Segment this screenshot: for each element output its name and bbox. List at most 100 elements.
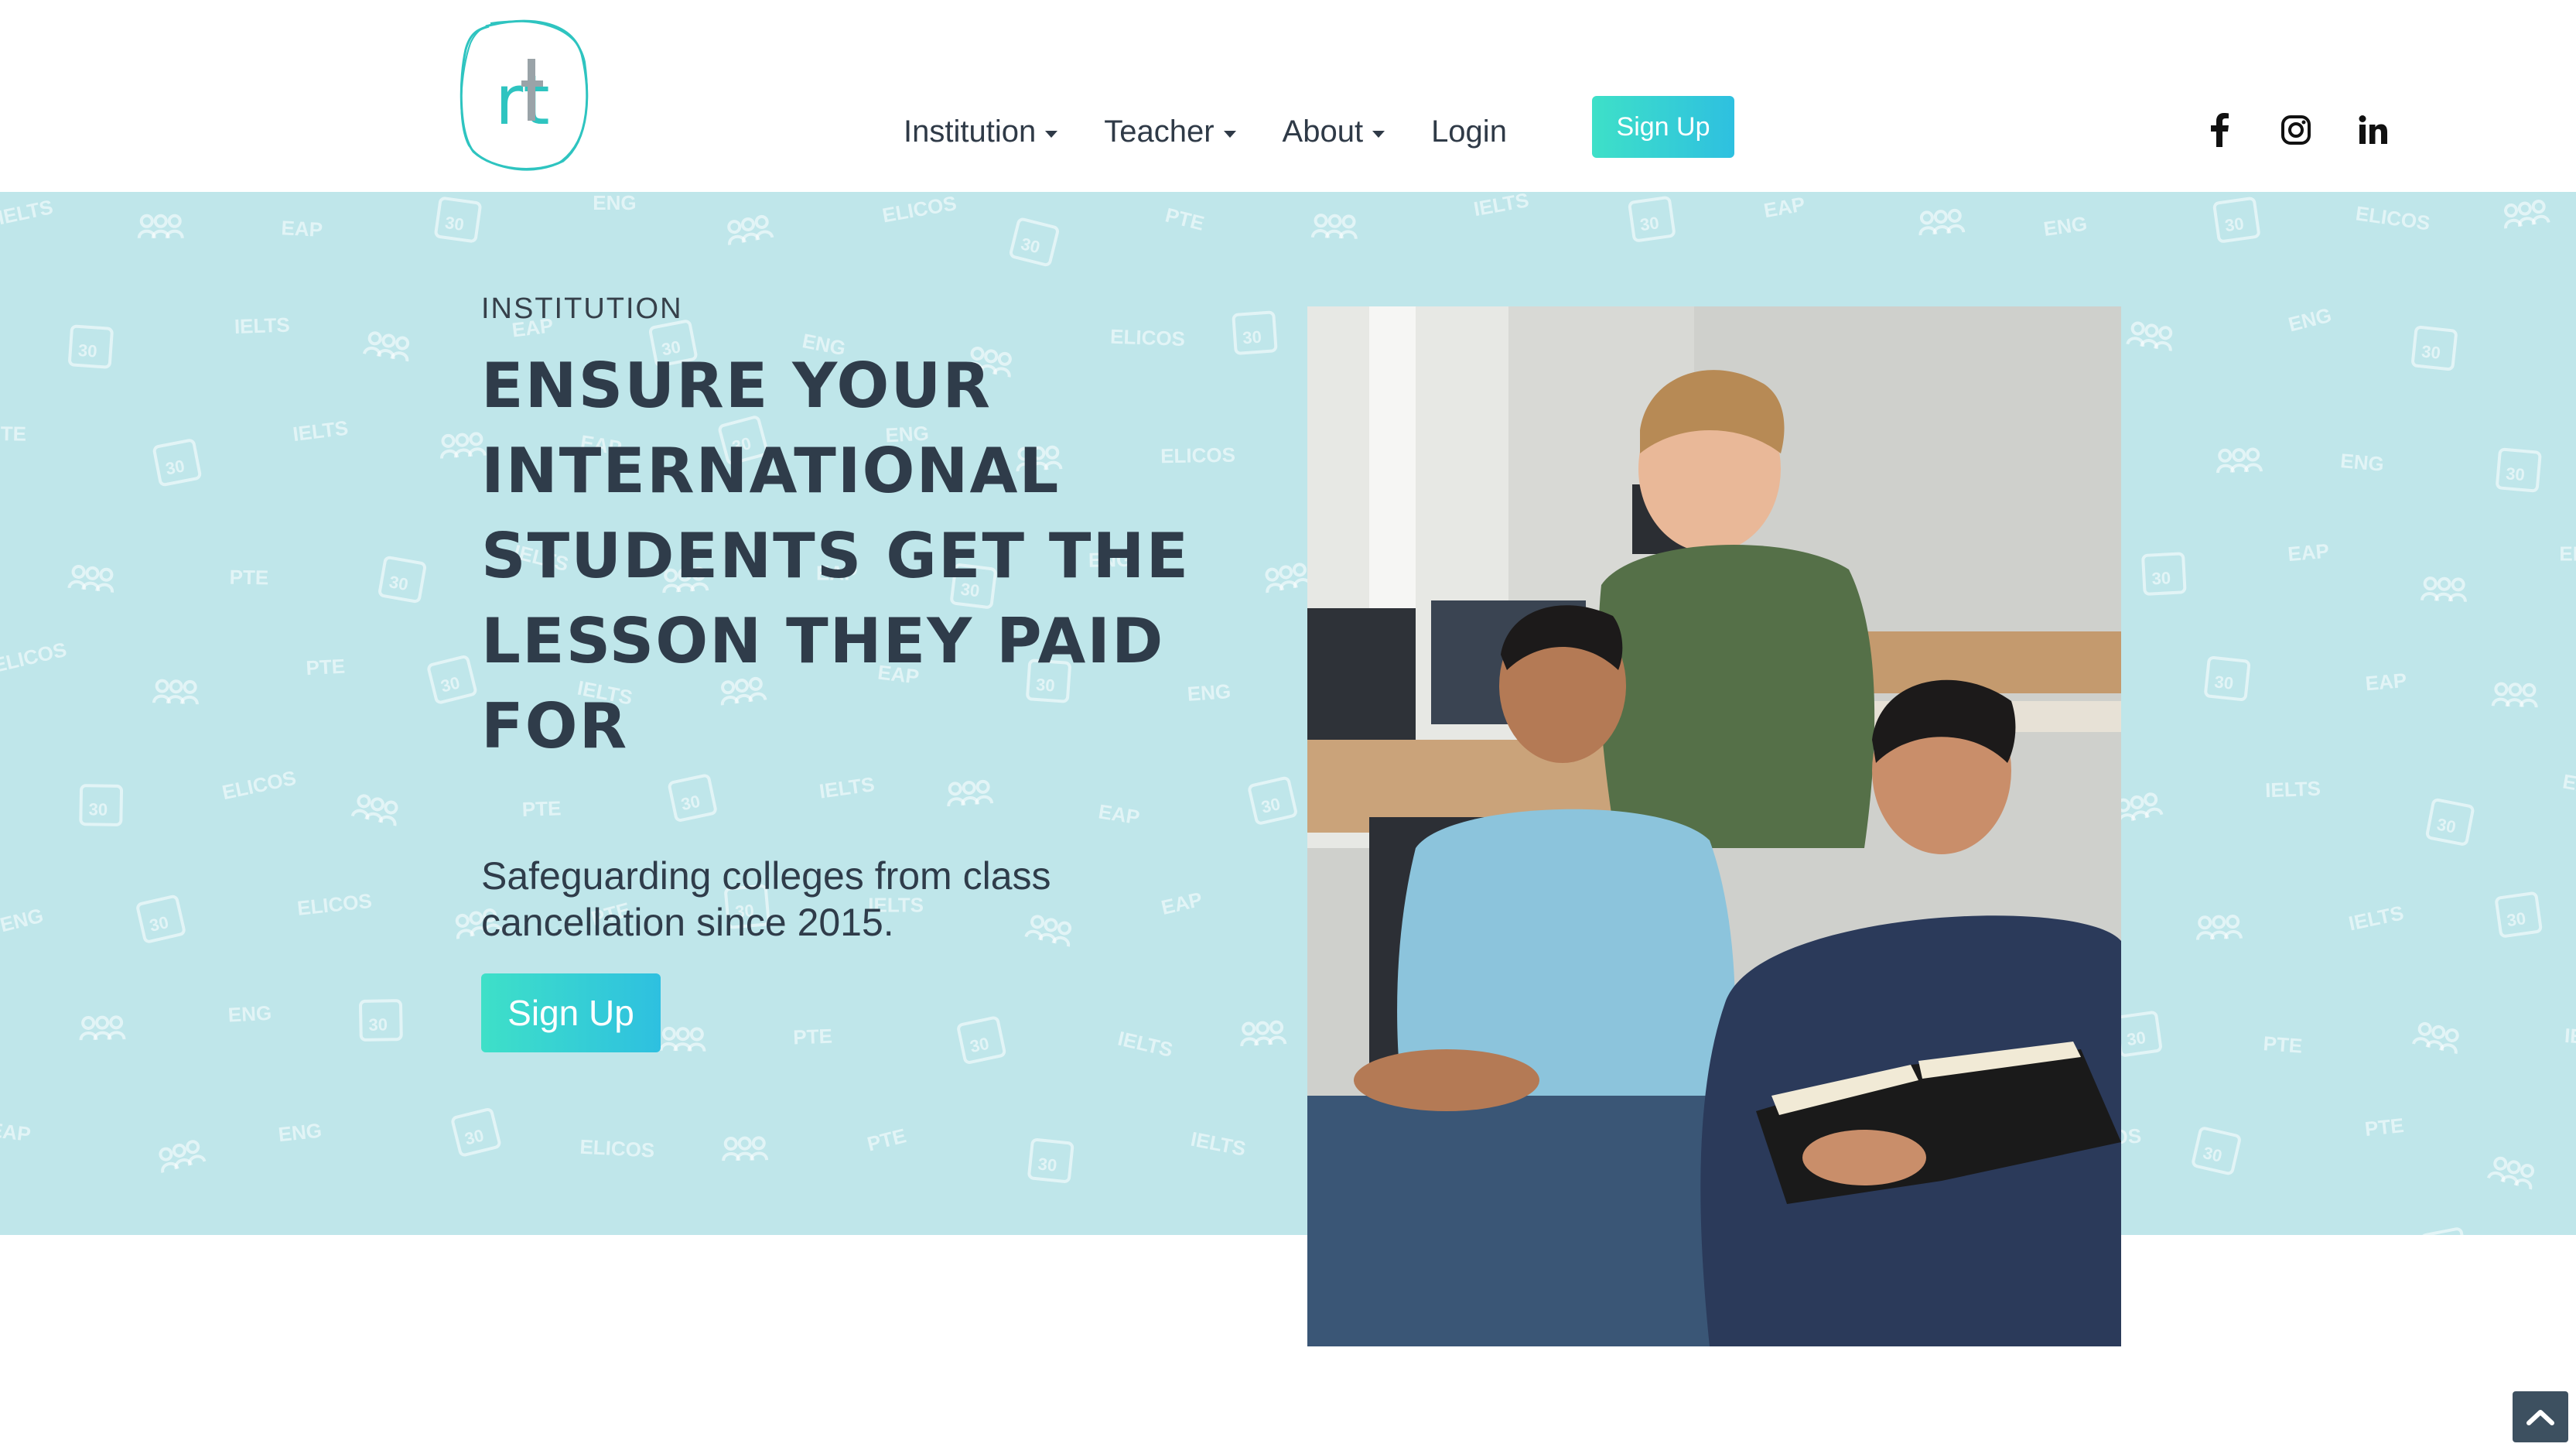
- nav-item-about[interactable]: About: [1283, 115, 1385, 149]
- nav-item-teacher[interactable]: Teacher: [1104, 114, 1236, 149]
- svg-text:30: 30: [969, 1034, 991, 1057]
- svg-text:PTE: PTE: [306, 655, 346, 680]
- svg-text:ENG: ENG: [2559, 542, 2576, 566]
- instagram-icon[interactable]: [2274, 108, 2318, 152]
- students-photo: [1307, 306, 2121, 1346]
- site-header: rt Institution Teacher About Login Sign …: [0, 0, 2576, 192]
- caret-down-icon: [1223, 130, 1236, 138]
- hero-title-line: INTERNATIONAL: [481, 435, 1061, 507]
- svg-text:PTE: PTE: [865, 1124, 908, 1155]
- nav-item-label: Institution: [904, 114, 1037, 149]
- nav-item-label: Teacher: [1104, 114, 1215, 149]
- svg-text:30: 30: [2506, 908, 2527, 930]
- svg-text:IELTS: IELTS: [0, 195, 55, 229]
- svg-text:ELICOS: ELICOS: [579, 1135, 655, 1162]
- hero-subtitle-line: cancellation since 2015.: [481, 901, 894, 944]
- svg-text:EAP: EAP: [281, 216, 323, 241]
- svg-text:30: 30: [2421, 341, 2441, 362]
- svg-text:30: 30: [2151, 568, 2171, 588]
- hero-title-line: STUDENTS GET THE: [481, 520, 1191, 592]
- svg-text:30: 30: [2435, 814, 2458, 836]
- svg-text:ENG: ENG: [277, 1119, 323, 1147]
- hero-title-line: FOR: [481, 690, 629, 762]
- logo-mark: rt: [460, 19, 589, 171]
- svg-text:30: 30: [1037, 1154, 1058, 1175]
- nav-item-login[interactable]: Login: [1431, 115, 1507, 149]
- svg-text:30: 30: [388, 572, 409, 594]
- svg-text:30: 30: [444, 213, 466, 234]
- svg-text:ENG: ENG: [0, 904, 46, 937]
- svg-text:30: 30: [77, 340, 97, 361]
- svg-text:EAP: EAP: [0, 1118, 32, 1146]
- hero-section: IELTS EAP 30 ENG ELICOS 30 PTE IELTS 30 EAP ENG 30 E…: [0, 192, 2576, 1235]
- svg-text:IELTS: IELTS: [234, 313, 290, 338]
- svg-text:30: 30: [1259, 794, 1282, 817]
- svg-text:30: 30: [2126, 1028, 2147, 1049]
- svg-text:30: 30: [2201, 1143, 2223, 1166]
- svg-text:IELTS: IELTS: [2564, 1024, 2576, 1051]
- svg-text:30: 30: [1019, 234, 1042, 257]
- svg-text:IELTS: IELTS: [1472, 192, 1531, 221]
- hero-title: ENSURE YOUR INTERNATIONAL STUDENTS GET T…: [481, 344, 1255, 769]
- svg-text:PTE: PTE: [1163, 203, 1206, 234]
- nav-item-label: Login: [1431, 114, 1507, 149]
- svg-text:30: 30: [164, 456, 186, 478]
- linkedin-icon[interactable]: [2352, 108, 2395, 152]
- hero-subtitle-line: Safeguarding colleges from class: [481, 854, 1051, 898]
- svg-text:30: 30: [1638, 213, 1660, 234]
- svg-text:ELICOS: ELICOS: [2354, 201, 2431, 234]
- svg-text:30: 30: [148, 912, 170, 936]
- hero-title-line: ENSURE YOUR: [481, 350, 992, 422]
- svg-text:30: 30: [679, 792, 702, 815]
- svg-text:ENG: ENG: [227, 1001, 272, 1027]
- svg-text:IELTS: IELTS: [1189, 1127, 1248, 1161]
- svg-text:PTE: PTE: [2363, 1113, 2404, 1141]
- svg-text:IELTS: IELTS: [1115, 1027, 1175, 1062]
- hero-background-pattern: IELTS EAP 30 ENG ELICOS 30 PTE IELTS 30 EAP ENG 30 E…: [0, 192, 2576, 1235]
- svg-text:30: 30: [439, 672, 462, 696]
- svg-text:EAP: EAP: [1762, 192, 1807, 222]
- logo-text: rt: [495, 60, 550, 140]
- svg-text:EAP: EAP: [2287, 539, 2330, 566]
- svg-text:PTE: PTE: [521, 796, 562, 821]
- svg-text:30: 30: [2213, 672, 2234, 693]
- nav-item-label: About: [1282, 114, 1364, 149]
- header-signup-button[interactable]: Sign Up: [1592, 96, 1734, 158]
- svg-text:PTE: PTE: [793, 1025, 833, 1049]
- hero-signup-button[interactable]: Sign Up: [481, 973, 661, 1052]
- hero-title-line: LESSON THEY PAID: [481, 605, 1165, 677]
- svg-text:ELICOS: ELICOS: [0, 638, 69, 677]
- facebook-icon[interactable]: [2197, 108, 2240, 152]
- hero-subtitle: Safeguarding colleges from class cancell…: [481, 853, 1177, 946]
- hero-photo: [1307, 306, 2121, 1346]
- svg-text:30: 30: [2223, 214, 2245, 235]
- svg-text:ELICOS: ELICOS: [880, 192, 958, 227]
- svg-text:EAP: EAP: [1097, 799, 1142, 829]
- svg-text:30: 30: [463, 1125, 486, 1148]
- svg-text:IELTS: IELTS: [818, 772, 876, 803]
- svg-text:ENG: ENG: [2286, 303, 2334, 337]
- main-nav: Institution Teacher About Login: [904, 108, 1507, 155]
- svg-text:ENG: ENG: [2042, 211, 2089, 241]
- nav-item-institution[interactable]: Institution: [904, 114, 1058, 149]
- svg-text:PTE: PTE: [229, 566, 268, 590]
- hero-eyebrow: INSTITUTION: [481, 292, 683, 325]
- svg-text:IELTS: IELTS: [2346, 901, 2405, 935]
- caret-down-icon: [1045, 130, 1058, 138]
- svg-text:ENG: ENG: [2339, 449, 2385, 476]
- site-logo[interactable]: rt: [455, 15, 591, 172]
- svg-text:ENG: ENG: [593, 192, 636, 214]
- chevron-up-icon: [2526, 1410, 2554, 1425]
- svg-text:30: 30: [2505, 464, 2526, 484]
- svg-text:PTE: PTE: [1091, 1231, 1133, 1235]
- svg-text:ELICOS: ELICOS: [296, 889, 373, 920]
- svg-text:EAP: EAP: [2561, 769, 2576, 799]
- svg-text:IELTS: IELTS: [292, 416, 350, 446]
- svg-text:PTE: PTE: [0, 422, 26, 446]
- svg-text:PTE: PTE: [2263, 1031, 2304, 1057]
- caret-down-icon: [1372, 130, 1385, 138]
- svg-text:ELICOS: ELICOS: [220, 766, 298, 804]
- svg-text:IELTS: IELTS: [2265, 777, 2321, 802]
- scroll-to-top-button[interactable]: [2513, 1391, 2568, 1442]
- svg-text:EAP: EAP: [2364, 669, 2407, 696]
